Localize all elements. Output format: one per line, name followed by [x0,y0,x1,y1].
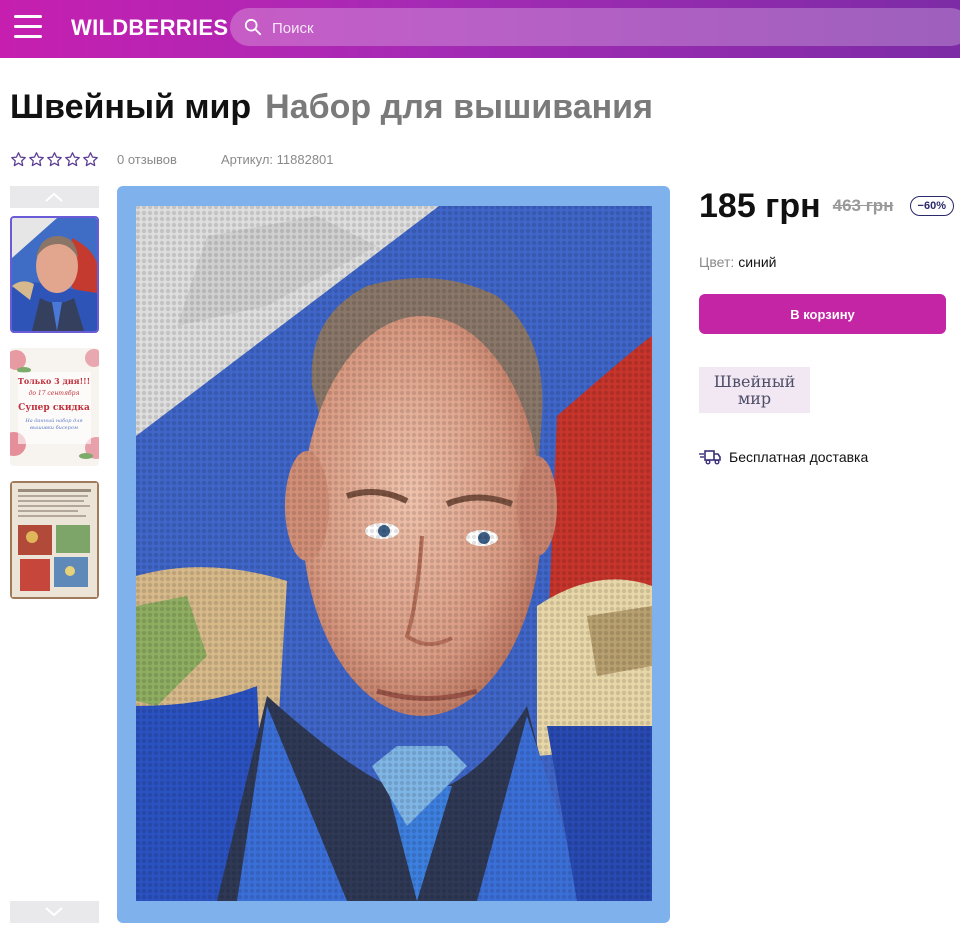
product-title: Швейный мир Набор для вышивания [10,88,653,127]
truck-icon [699,450,721,465]
color-value: синий [738,254,777,270]
rating-stars[interactable] [10,151,99,168]
free-delivery: Бесплатная доставка [699,449,868,465]
promo-line-2: до 17 сентября [29,390,80,397]
discount-badge: −60% [909,196,954,216]
promo-line-4: На данный набор для [24,417,82,424]
delivery-text: Бесплатная доставка [729,449,869,465]
embroidery-portrait-image [136,206,652,901]
color-info: Цвет: синий [699,254,776,270]
star-icon [11,151,26,166]
thumbnails-scroll-down[interactable] [10,901,99,923]
site-logo[interactable]: WILDBERRIES [71,15,228,41]
kit-contents-thumbnail[interactable] [10,481,99,599]
kit-contents-thumbnail-image [10,481,99,599]
promo-thumbnail-image: Только 3 дня!!! до 17 сентября Супер ски… [10,348,99,466]
search-input[interactable] [270,8,914,48]
star-icon [83,151,98,166]
thumbnails-scroll-up[interactable] [10,186,99,208]
price-row: 185 грн 463 грн −60% [699,186,954,226]
hamburger-menu-icon[interactable] [14,14,42,40]
portrait-thumbnail[interactable] [10,216,99,333]
chevron-up-icon [45,192,63,202]
product-brand[interactable]: Швейный мир [10,88,251,126]
star-icon [47,151,62,166]
article-number: Артикул: 11882801 [220,151,334,167]
current-price: 185 грн [699,186,821,225]
star-icon [65,151,80,166]
promo-line-3: Супер скидка [18,403,90,413]
brand-logo-text: Швейный мир [713,372,796,408]
product-meta: 0 отзывов Артикул: 11882801 [10,149,334,169]
brand-logo[interactable]: Швейный мир [699,367,810,413]
star-icon [29,151,44,166]
promo-thumbnail[interactable]: Только 3 дня!!! до 17 сентября Супер ски… [10,348,99,466]
old-price: 463 грн [832,196,894,215]
reviews-count[interactable]: 0 отзывов [117,152,177,167]
promo-line-1: Только 3 дня!!! [18,376,90,386]
promo-line-5: вышивки бисером [30,424,78,431]
search-bar[interactable] [230,8,960,48]
product-name: Набор для вышивания [265,88,653,126]
chevron-down-icon [45,907,63,917]
main-product-image[interactable] [117,186,670,923]
add-to-cart-button[interactable]: В корзину [699,294,946,334]
portrait-thumbnail-image [12,218,97,331]
color-label: Цвет: [699,254,735,270]
top-header: WILDBERRIES [0,0,960,58]
search-icon[interactable] [244,18,262,36]
